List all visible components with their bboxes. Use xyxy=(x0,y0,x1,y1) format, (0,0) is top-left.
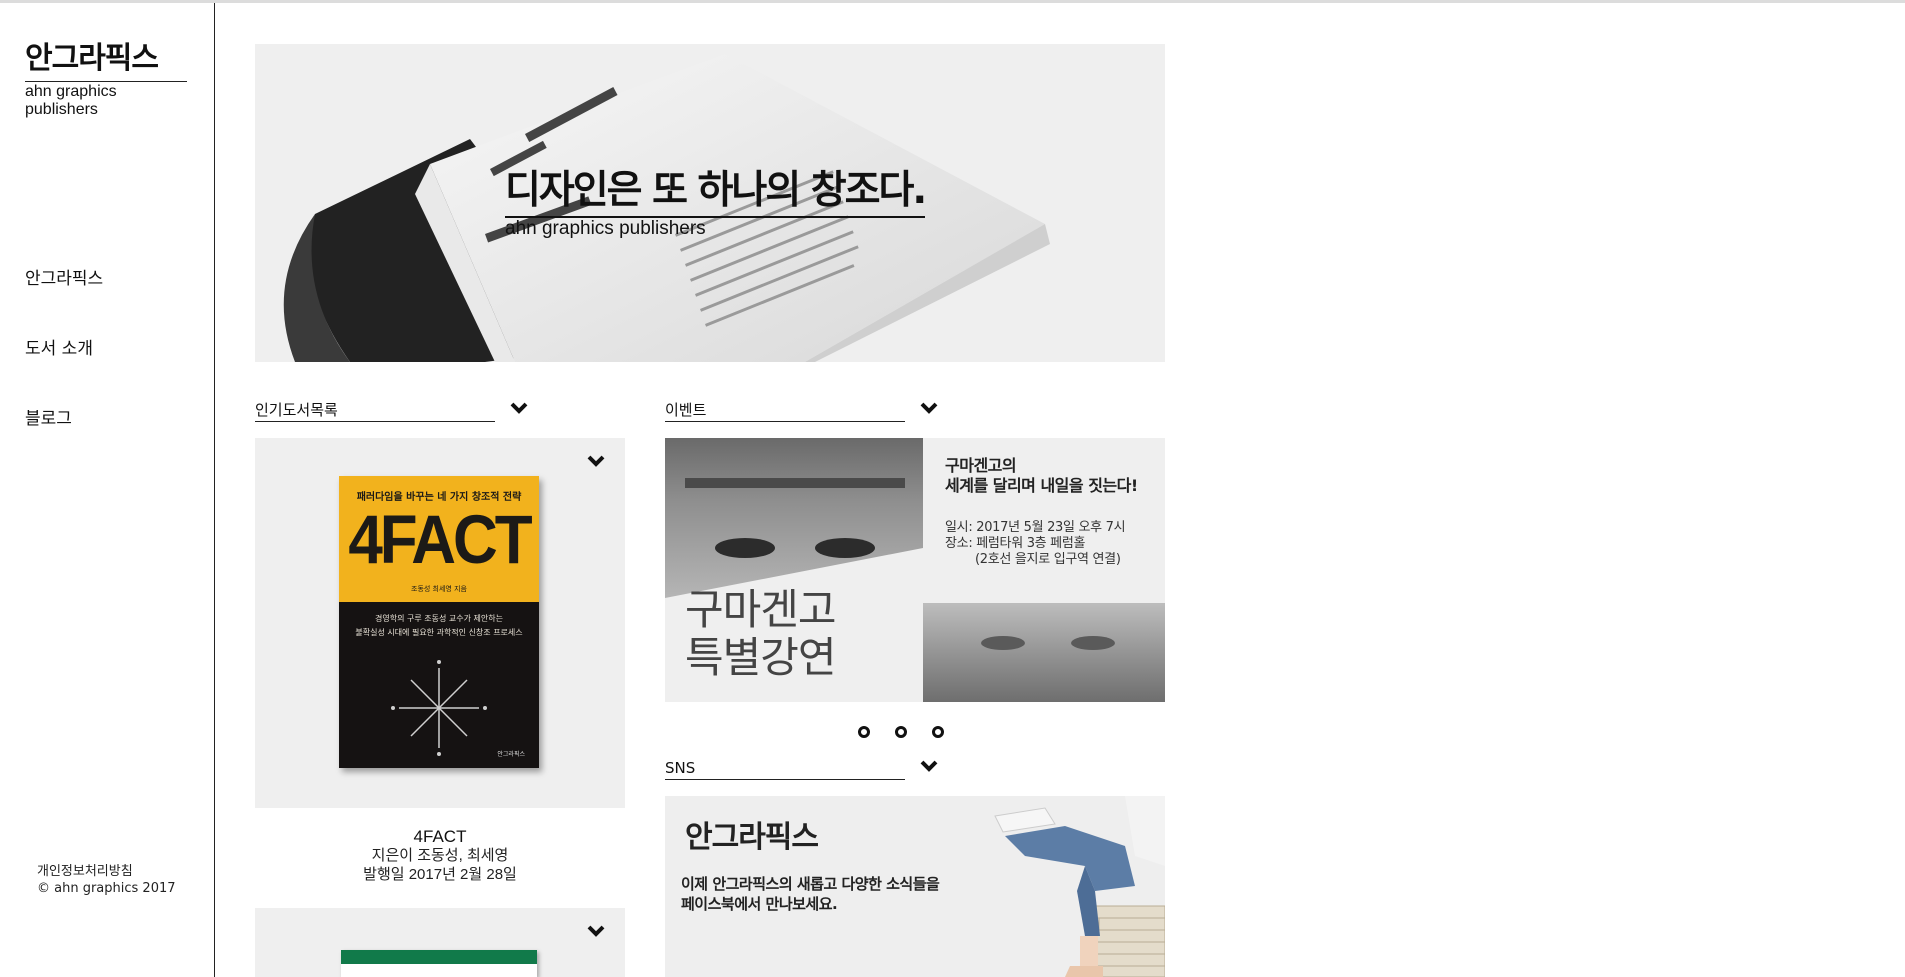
chevron-down-icon[interactable] xyxy=(920,399,938,417)
reading-person-illustration xyxy=(994,796,1165,977)
book-info: 4FACT 지은이 조동성, 최세영 발행일 2017년 2월 28일 xyxy=(255,827,625,884)
copyright: © ahn graphics 2017 xyxy=(37,881,176,896)
nav-item-blog[interactable]: 블로그 xyxy=(25,408,103,478)
sns-message-line: 페이스북에서 만나보세요. xyxy=(681,895,838,913)
popular-books-title: 인기도서목록 xyxy=(255,400,495,422)
chevron-down-icon[interactable] xyxy=(510,399,528,417)
logo[interactable]: 안그라픽스 ahn graphics publishers xyxy=(25,41,187,119)
carousel-dot[interactable] xyxy=(932,726,945,738)
book-card[interactable] xyxy=(255,908,625,977)
hero-banner: 디자인은 또 하나의 창조다. ahn graphics publishers xyxy=(255,44,1165,362)
book-cover[interactable]: 패러다임을 바꾸는 네 가지 창조적 전략 4FACT 조동성 최세영 지음 경… xyxy=(339,476,539,768)
event-banner[interactable]: 구마겐고 특별강연 구마겐고의 세계를 달리며 내일을 짓는다! 일시: 201… xyxy=(665,438,1165,702)
sns-title: SNS xyxy=(665,758,905,780)
cover-top-band: 패러다임을 바꾸는 네 가지 창조적 전략 4FACT 조동성 최세영 지음 xyxy=(339,476,539,602)
carousel-dot[interactable] xyxy=(858,726,870,738)
hero-text: 디자인은 또 하나의 창조다. ahn graphics publishers xyxy=(505,168,927,240)
popular-books-header: 인기도서목록 xyxy=(255,400,535,422)
cover-publisher: 안그라픽스 xyxy=(497,751,525,758)
cover-authors: 조동성 최세영 지음 xyxy=(411,585,467,593)
sns-header: SNS xyxy=(665,758,945,780)
logo-korean: 안그라픽스 xyxy=(25,41,187,82)
event-big-line: 특별강연 xyxy=(685,633,837,682)
book-date: 발행일 2017년 2월 28일 xyxy=(363,866,517,883)
sns-message-line: 이제 안그라픽스의 새롭고 다양한 소식들을 xyxy=(681,875,940,893)
nav-item-ahngraphics[interactable]: 안그라픽스 xyxy=(25,268,103,338)
sns-logo: 안그라픽스 xyxy=(685,820,819,855)
book-card[interactable]: 패러다임을 바꾸는 네 가지 창조적 전략 4FACT 조동성 최세영 지음 경… xyxy=(255,438,625,808)
event-venue-detail: (2호선 을지로 입구역 연결) xyxy=(975,552,1121,567)
portrait-eyes-graphic xyxy=(665,478,923,598)
event-headline: 구마겐고의 세계를 달리며 내일을 짓는다! xyxy=(945,456,1155,496)
chevron-down-icon[interactable] xyxy=(920,757,938,775)
event-big-title: 구마겐고 특별강연 xyxy=(685,585,837,682)
hero-subtitle: ahn graphics publishers xyxy=(505,218,706,239)
events-header: 이벤트 xyxy=(665,400,945,422)
event-big-line: 구마겐고 xyxy=(685,585,837,634)
cover-desc-line: 불확실성 시대에 필요한 과학적인 신창조 프로세스 xyxy=(355,628,523,637)
logo-english: ahn graphics publishers xyxy=(25,83,117,118)
event-headline-line: 세계를 달리며 내일을 짓는다! xyxy=(945,476,1138,495)
sns-banner[interactable]: 안그라픽스 이제 안그라픽스의 새롭고 다양한 소식들을 페이스북에서 만나보세… xyxy=(665,796,1165,977)
event-portrait-bottom xyxy=(923,603,1165,702)
event-venue: 장소: 페럼타워 3층 페럼홀 xyxy=(945,536,1086,551)
book-cover[interactable] xyxy=(341,950,537,977)
main-nav: 안그라픽스 도서 소개 블로그 xyxy=(25,268,103,478)
event-portrait-top xyxy=(665,438,923,598)
cover-top-band xyxy=(341,950,537,964)
cover-star-graphic xyxy=(391,660,487,756)
hero-title: 디자인은 또 하나의 창조다. xyxy=(505,168,927,218)
sidebar: 안그라픽스 ahn graphics publishers 안그라픽스 도서 소… xyxy=(0,3,215,977)
carousel-dot[interactable] xyxy=(895,726,908,738)
chevron-down-icon[interactable] xyxy=(587,452,605,470)
event-details: 일시: 2017년 5월 23일 오후 7시 장소: 페럼타워 3층 페럼홀 (… xyxy=(945,520,1155,568)
event-headline-line: 구마겐고의 xyxy=(945,456,1017,475)
portrait-eyes-graphic xyxy=(981,636,1115,650)
event-info: 구마겐고의 세계를 달리며 내일을 짓는다! 일시: 2017년 5월 23일 … xyxy=(945,456,1155,568)
book-authors: 지은이 조동성, 최세영 xyxy=(371,847,509,864)
top-border xyxy=(0,0,1905,3)
privacy-policy-link[interactable]: 개인정보처리방침 xyxy=(37,863,176,880)
carousel-dots xyxy=(858,723,964,742)
event-date: 일시: 2017년 5월 23일 오후 7시 xyxy=(945,520,1126,535)
cover-tagline: 패러다임을 바꾸는 네 가지 창조적 전략 xyxy=(356,492,522,503)
nav-item-books[interactable]: 도서 소개 xyxy=(25,338,103,408)
cover-desc-line: 경영학의 구루 조동성 교수가 제안하는 xyxy=(375,614,503,623)
cover-title: 4FACT xyxy=(348,502,532,579)
book-title[interactable]: 4FACT xyxy=(255,827,625,846)
events-title: 이벤트 xyxy=(665,400,905,422)
footer: 개인정보처리방침 © ahn graphics 2017 xyxy=(37,863,176,897)
cover-description: 경영학의 구루 조동성 교수가 제안하는 불확실성 시대에 필요한 과학적인 신… xyxy=(349,612,529,640)
sns-message: 이제 안그라픽스의 새롭고 다양한 소식들을 페이스북에서 만나보세요. xyxy=(681,874,940,914)
chevron-down-icon[interactable] xyxy=(587,922,605,940)
